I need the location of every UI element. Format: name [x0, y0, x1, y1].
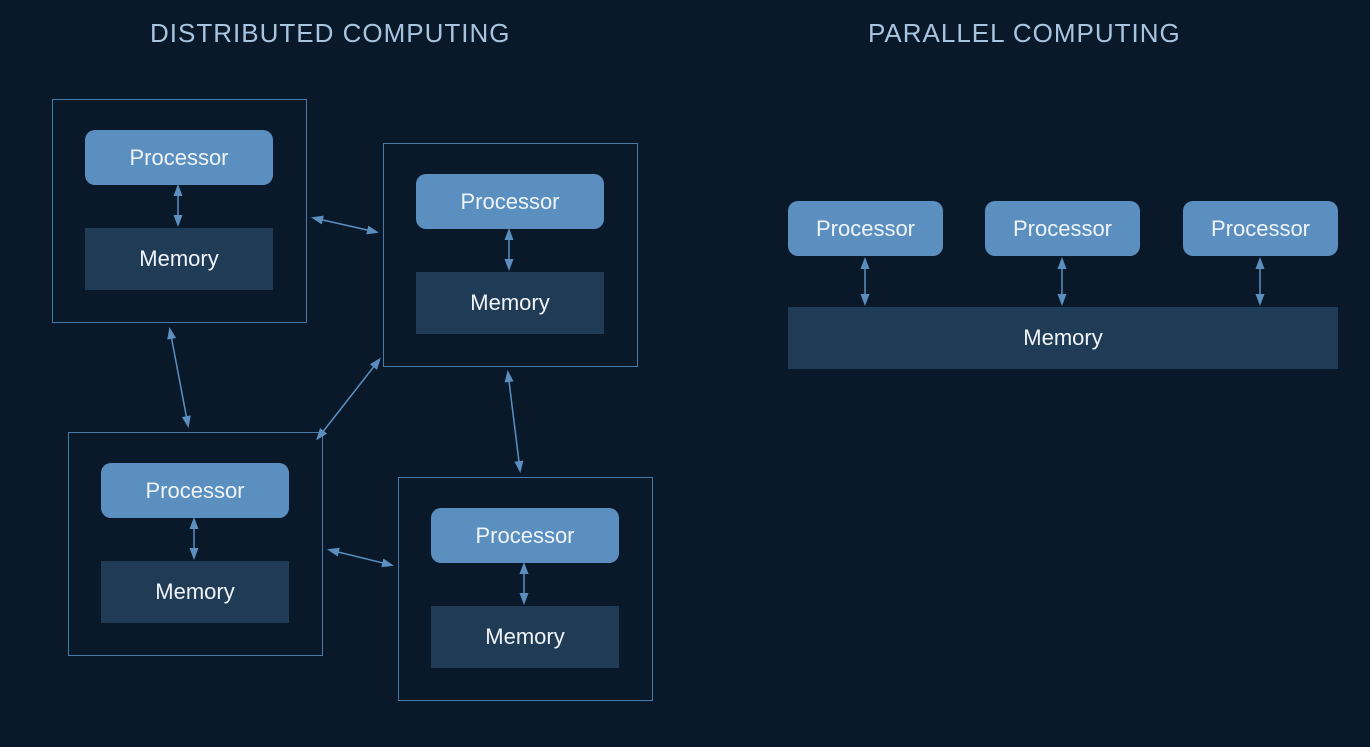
processor-box: Processor — [416, 174, 604, 229]
shared-memory-box: Memory — [788, 307, 1338, 369]
distributed-node: Processor Memory — [398, 477, 653, 701]
distributed-node: Processor Memory — [383, 143, 638, 367]
memory-box: Memory — [431, 606, 619, 668]
distributed-title: DISTRIBUTED COMPUTING — [150, 18, 510, 49]
parallel-title: PARALLEL COMPUTING — [868, 18, 1181, 49]
processor-box: Processor — [101, 463, 289, 518]
processor-box: Processor — [431, 508, 619, 563]
processor-box: Processor — [985, 201, 1140, 256]
memory-box: Memory — [101, 561, 289, 623]
processor-box: Processor — [788, 201, 943, 256]
processor-box: Processor — [1183, 201, 1338, 256]
distributed-node: Processor Memory — [52, 99, 307, 323]
distributed-node: Processor Memory — [68, 432, 323, 656]
memory-box: Memory — [416, 272, 604, 334]
memory-box: Memory — [85, 228, 273, 290]
processor-box: Processor — [85, 130, 273, 185]
